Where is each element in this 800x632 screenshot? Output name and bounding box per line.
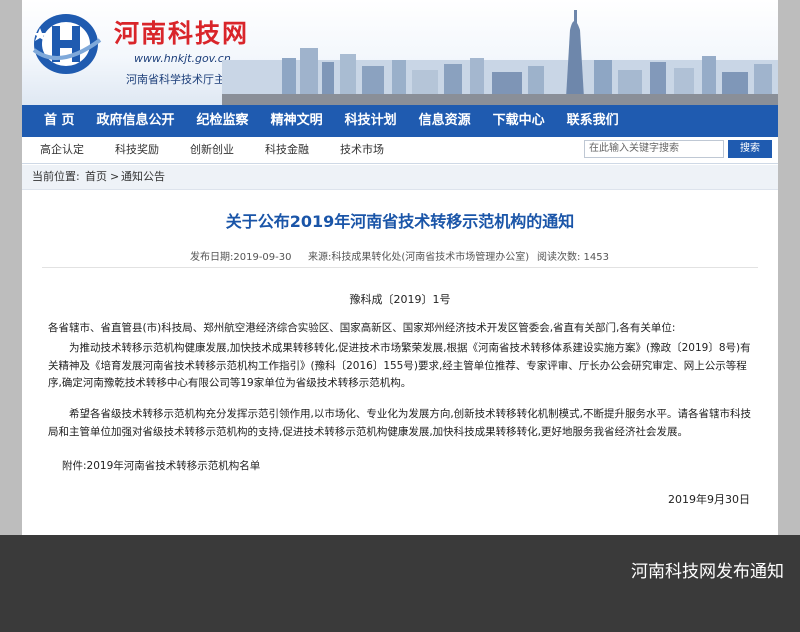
publish-date: 发布日期:2019-09-30 bbox=[190, 252, 292, 263]
nav-item-gov-info[interactable]: 政府信息公开 bbox=[89, 105, 183, 137]
city-skyline-image bbox=[222, 10, 778, 105]
document-number: 豫科成〔2019〕1号 bbox=[349, 293, 451, 306]
caption-bar: 河南科技网发布通知 bbox=[0, 535, 800, 632]
subnav-item-innovation[interactable]: 创新创业 bbox=[190, 137, 234, 163]
nav-item-discipline[interactable]: 纪检监察 bbox=[189, 105, 257, 137]
search-button[interactable]: 搜索 bbox=[728, 140, 772, 158]
subnav-item-tech-market[interactable]: 技术市场 bbox=[340, 137, 384, 163]
article-paragraph: 希望各省级技术转移示范机构充分发挥示范引领作用,以市场化、专业化为发展方向,创新… bbox=[48, 408, 752, 438]
breadcrumb-separator: > bbox=[110, 170, 120, 183]
breadcrumb-home[interactable]: 首页 bbox=[85, 165, 107, 189]
article-salutation: 各省辖市、省直管县(市)科技局、郑州航空港经济综合实验区、国家高新区、国家郑州经… bbox=[48, 322, 676, 334]
site-logo-icon[interactable] bbox=[30, 10, 108, 76]
nav-item-downloads[interactable]: 下载中心 bbox=[485, 105, 553, 137]
title-divider bbox=[42, 267, 758, 268]
view-count: 阅读次数: 1453 bbox=[537, 252, 609, 263]
search-input[interactable]: 在此输入关键字搜索 bbox=[584, 140, 724, 158]
breadcrumb-label: 当前位置: bbox=[32, 170, 80, 183]
subnav-item-hitech[interactable]: 高企认定 bbox=[40, 137, 84, 163]
nav-item-civilization[interactable]: 精神文明 bbox=[263, 105, 331, 137]
sub-nav: 高企认定 科技奖励 创新创业 科技金融 技术市场 在此输入关键字搜索 搜索 bbox=[22, 137, 778, 164]
nav-item-info-resources[interactable]: 信息资源 bbox=[411, 105, 479, 137]
attachment-link[interactable]: 附件:2019年河南省技术转移示范机构名单 bbox=[62, 458, 766, 476]
main-nav: 首 页 政府信息公开 纪检监察 精神文明 科技计划 信息资源 下载中心 联系我们 bbox=[22, 105, 778, 137]
breadcrumb: 当前位置: 首页 > 通知公告 bbox=[22, 165, 778, 190]
site-organizer: 河南省科学技术厅主办 bbox=[126, 73, 236, 86]
nav-item-contact[interactable]: 联系我们 bbox=[559, 105, 627, 137]
subnav-item-awards[interactable]: 科技奖励 bbox=[115, 137, 159, 163]
page-frame: 河南科技网 www.hnkjt.gov.cn 河南省科学技术厅主办 首 页 政府… bbox=[22, 0, 778, 535]
breadcrumb-current[interactable]: 通知公告 bbox=[121, 165, 165, 189]
article-source: 来源:科技成果转化处(河南省技术市场管理办公室) bbox=[308, 252, 530, 263]
image-caption: 河南科技网发布通知 bbox=[631, 562, 784, 582]
subnav-item-finance[interactable]: 科技金融 bbox=[265, 137, 309, 163]
nav-item-tech-plan[interactable]: 科技计划 bbox=[337, 105, 405, 137]
site-banner: 河南科技网 www.hnkjt.gov.cn 河南省科学技术厅主办 bbox=[22, 0, 778, 105]
article-date: 2019年9月30日 bbox=[668, 493, 750, 506]
site-url: www.hnkjt.gov.cn bbox=[134, 52, 231, 65]
article-title: 关于公布2019年河南省技术转移示范机构的通知 bbox=[225, 212, 575, 231]
nav-item-home[interactable]: 首 页 bbox=[36, 105, 83, 137]
article-paragraph: 为推动技术转移示范机构健康发展,加快技术成果转移转化,促进技术市场繁荣发展,根据… bbox=[48, 342, 751, 389]
